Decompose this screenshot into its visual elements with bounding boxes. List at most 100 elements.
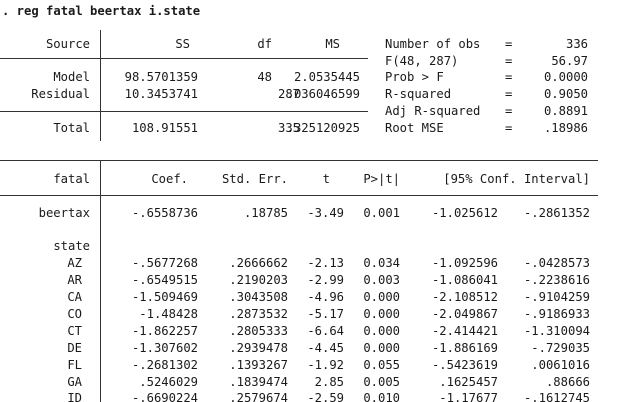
state-name: AR bbox=[67, 273, 82, 287]
coef-ci-lower: -1.092596 bbox=[431, 256, 498, 270]
coef-se: .2939478 bbox=[229, 341, 288, 355]
stat-label: F(48, 287) bbox=[385, 54, 459, 68]
anova-source: Model bbox=[53, 70, 90, 84]
stat-label: Adj R-squared bbox=[385, 104, 481, 118]
stat-value: 0.8891 bbox=[543, 104, 588, 118]
coef-header-ci: [95% Conf. Interval] bbox=[443, 172, 590, 186]
stat-value: .18986 bbox=[543, 121, 588, 135]
state-name: CO bbox=[67, 307, 82, 321]
coef-p: 0.010 bbox=[363, 391, 400, 402]
coef-ci-upper: -.9104259 bbox=[523, 290, 590, 304]
coef-value: -.6558736 bbox=[131, 206, 198, 220]
coef-t: -4.45 bbox=[307, 341, 344, 355]
coef-p: 0.000 bbox=[363, 307, 400, 321]
coef-se: .2873532 bbox=[229, 307, 288, 321]
anova-ms: .036046599 bbox=[286, 87, 360, 101]
coef-header-depvar: fatal bbox=[53, 172, 90, 186]
coef-ci-lower: -2.414421 bbox=[431, 324, 498, 338]
state-name: FL bbox=[67, 358, 82, 372]
state-name: DE bbox=[67, 341, 82, 355]
coef-value: -1.48428 bbox=[139, 307, 198, 321]
stat-value: 56.97 bbox=[551, 54, 588, 68]
coef-ci-lower: -1.17677 bbox=[439, 391, 498, 402]
state-name: AZ bbox=[67, 256, 82, 270]
stat-equals: = bbox=[505, 37, 513, 51]
stat-label: Root MSE bbox=[385, 121, 444, 135]
anova-header-source: Source bbox=[45, 37, 90, 51]
coef-ci-upper: -.9186933 bbox=[523, 307, 590, 321]
coef-se: .2579674 bbox=[229, 391, 288, 402]
coef-t: -2.99 bbox=[307, 273, 344, 287]
coef-p: 0.034 bbox=[363, 256, 400, 270]
coef-t: 2.85 bbox=[314, 375, 344, 389]
coef-ci-upper: -.2238616 bbox=[523, 273, 590, 287]
stat-value: 336 bbox=[565, 37, 588, 51]
command-line: . reg fatal beertax i.state bbox=[2, 4, 201, 18]
coef-ci-upper: .0061016 bbox=[531, 358, 590, 372]
coef-ci-upper: -.0428573 bbox=[523, 256, 590, 270]
stat-equals: = bbox=[505, 70, 513, 84]
stat-label: Number of obs bbox=[385, 37, 481, 51]
coef-ci-lower: -2.049867 bbox=[431, 307, 498, 321]
stat-equals: = bbox=[505, 121, 513, 135]
coef-t: -4.96 bbox=[307, 290, 344, 304]
anova-header-ss: SS bbox=[175, 37, 190, 51]
coef-p: 0.003 bbox=[363, 273, 400, 287]
coef-value: -.6549515 bbox=[131, 273, 198, 287]
coef-header-t: t bbox=[322, 172, 330, 186]
state-name: ID bbox=[67, 391, 82, 402]
stat-equals: = bbox=[505, 104, 513, 118]
coef-value: -.6690224 bbox=[131, 391, 198, 402]
coef-value: .5246029 bbox=[139, 375, 198, 389]
coef-p: 0.000 bbox=[363, 341, 400, 355]
coef-header-coef: Coef. bbox=[151, 172, 188, 186]
anova-ms: 2.0535445 bbox=[293, 70, 360, 84]
coef-p: 0.000 bbox=[363, 324, 400, 338]
coef-se: .2805333 bbox=[229, 324, 288, 338]
stat-label: Prob > F bbox=[385, 70, 444, 84]
stat-value: 0.9050 bbox=[543, 87, 588, 101]
anova-header-rule bbox=[0, 58, 368, 59]
coef-t: -6.64 bbox=[307, 324, 344, 338]
coef-se: .2666662 bbox=[229, 256, 288, 270]
stat-value: 0.0000 bbox=[543, 70, 588, 84]
coef-p: 0.001 bbox=[363, 206, 400, 220]
coef-ci-lower: -1.886169 bbox=[431, 341, 498, 355]
anova-ss: 98.5701359 bbox=[124, 70, 198, 84]
coef-se: .18785 bbox=[243, 206, 288, 220]
coef-t: -3.49 bbox=[307, 206, 344, 220]
state-name: GA bbox=[67, 375, 82, 389]
coef-t: -2.59 bbox=[307, 391, 344, 402]
coef-se: .2190203 bbox=[229, 273, 288, 287]
coef-p: 0.005 bbox=[363, 375, 400, 389]
coef-ci-lower: -1.025612 bbox=[431, 206, 498, 220]
coef-vertical-rule bbox=[100, 160, 101, 402]
coef-t: -5.17 bbox=[307, 307, 344, 321]
coef-ci-upper: -1.310094 bbox=[523, 324, 590, 338]
coef-ci-upper: -.729035 bbox=[531, 341, 590, 355]
factor-variable-label: state bbox=[53, 239, 90, 253]
stat-label: R-squared bbox=[385, 87, 452, 101]
coef-ci-upper: .88666 bbox=[545, 375, 590, 389]
coef-header-p: P>|t| bbox=[363, 172, 400, 186]
anova-source: Residual bbox=[31, 87, 90, 101]
anova-ms: .325120925 bbox=[286, 121, 360, 135]
coef-header-rule bbox=[0, 195, 598, 196]
coef-t: -1.92 bbox=[307, 358, 344, 372]
coef-p: 0.000 bbox=[363, 290, 400, 304]
anova-header-ms: MS bbox=[325, 37, 340, 51]
coef-varname: beertax bbox=[38, 206, 90, 220]
coef-value: -1.509469 bbox=[131, 290, 198, 304]
coef-p: 0.055 bbox=[363, 358, 400, 372]
anova-source: Total bbox=[53, 121, 90, 135]
coef-se: .1839474 bbox=[229, 375, 288, 389]
anova-header-df: df bbox=[257, 37, 272, 51]
anova-ss: 108.91551 bbox=[131, 121, 198, 135]
coef-t: -2.13 bbox=[307, 256, 344, 270]
coef-value: -.5677268 bbox=[131, 256, 198, 270]
state-name: CT bbox=[67, 324, 82, 338]
coef-se: .1393267 bbox=[229, 358, 288, 372]
stata-results-window: . reg fatal beertax i.state Source SS df… bbox=[0, 0, 639, 402]
coef-ci-lower: -2.108512 bbox=[431, 290, 498, 304]
anova-df: 48 bbox=[257, 70, 272, 84]
